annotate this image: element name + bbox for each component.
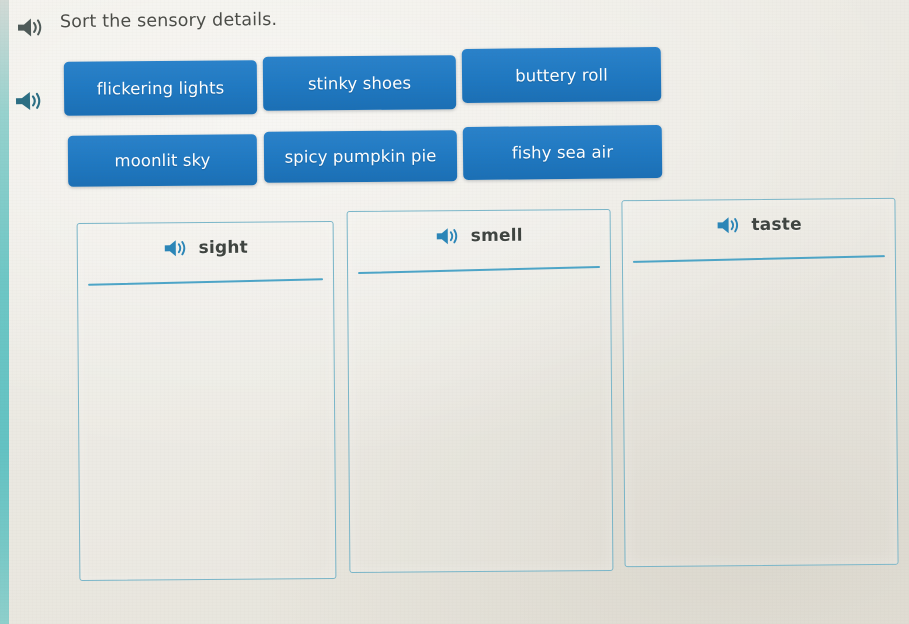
word-chip[interactable]: spicy pumpkin pie bbox=[263, 130, 458, 183]
drop-zone-label: smell bbox=[470, 225, 523, 247]
drop-zone-rule bbox=[358, 265, 601, 275]
page-title: Sort the sensory details. bbox=[59, 9, 278, 33]
speaker-icon[interactable] bbox=[13, 88, 45, 115]
word-chip[interactable]: stinky shoes bbox=[262, 55, 457, 111]
word-chip[interactable]: buttery roll bbox=[461, 46, 662, 104]
drop-zone-label: sight bbox=[198, 237, 249, 259]
drop-zone-header: sight bbox=[78, 236, 333, 260]
drop-zone-smell[interactable]: smell bbox=[346, 208, 614, 574]
drop-zone-header: taste bbox=[623, 213, 895, 237]
speaker-icon[interactable] bbox=[715, 214, 742, 236]
question-header: Sort the sensory details. bbox=[12, 7, 532, 42]
left-edge-strip bbox=[0, 0, 9, 624]
word-chip[interactable]: fishy sea air bbox=[462, 124, 663, 181]
speaker-icon[interactable] bbox=[163, 237, 190, 259]
drop-zone-rule bbox=[88, 278, 324, 286]
drop-zone-rule bbox=[632, 255, 885, 263]
drop-zone-header: smell bbox=[348, 224, 610, 248]
word-chip[interactable]: moonlit sky bbox=[67, 134, 258, 187]
drop-zone-taste[interactable]: taste bbox=[621, 197, 899, 568]
drop-zone-sight[interactable]: sight bbox=[76, 220, 337, 582]
worksheet-page: Sort the sensory details. flickering lig… bbox=[0, 0, 909, 624]
word-chip[interactable]: flickering lights bbox=[63, 60, 258, 116]
speaker-icon[interactable] bbox=[15, 15, 45, 39]
drop-zone-label: taste bbox=[751, 214, 802, 236]
speaker-icon[interactable] bbox=[435, 225, 462, 247]
